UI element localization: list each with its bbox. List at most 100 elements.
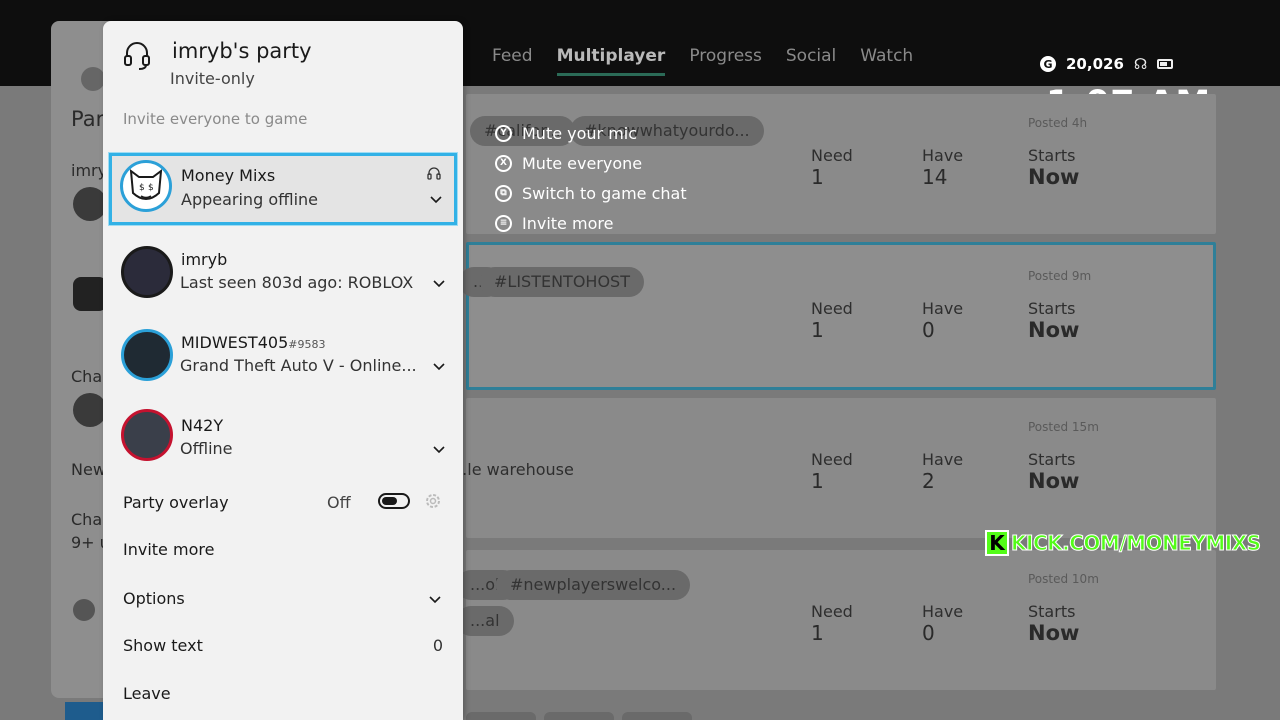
avatar xyxy=(121,329,173,381)
view-button-icon: ⧉ xyxy=(495,184,512,202)
tab-multiplayer[interactable]: Multiplayer xyxy=(556,46,666,76)
chevron-down-icon xyxy=(429,596,441,604)
kick-watermark: K KICK.COM/MONEYMIXS xyxy=(985,529,1262,556)
status-tray: G 20,026 ☊ xyxy=(1040,55,1174,73)
guide-fragment: Cha xyxy=(71,367,103,386)
avatar: $ $ xyxy=(120,160,172,212)
mute-mic-label: Mute your mic xyxy=(522,123,638,143)
kick-logo-icon: K xyxy=(985,529,1009,556)
party-privacy: Invite-only xyxy=(170,69,255,88)
lfg-post[interactable]: ...ok #newplayerswelco... ...al Posted 1… xyxy=(456,550,1216,690)
member-name: N42Y xyxy=(181,416,224,435)
mute-mic-option[interactable]: Y Mute your mic xyxy=(495,118,687,148)
show-text-row[interactable]: Show text 0 xyxy=(123,630,443,662)
kick-url: KICK.COM/MONEYMIXS xyxy=(1011,530,1262,555)
svg-text:$: $ xyxy=(139,183,145,193)
invite-more-label: Invite more xyxy=(123,540,215,559)
lfg-tags-peek xyxy=(466,712,692,720)
member-status: Offline xyxy=(180,439,233,458)
switch-game-chat-option[interactable]: ⧉ Switch to game chat xyxy=(495,178,687,208)
avatar xyxy=(73,393,107,427)
starts-stat: Starts Now xyxy=(1028,299,1080,342)
gamerscore-icon: G xyxy=(1040,56,1056,72)
invite-more-option[interactable]: ≡ Invite more xyxy=(495,208,687,238)
tab-social[interactable]: Social xyxy=(786,46,836,76)
guide-fragment: imry xyxy=(71,161,108,180)
guide-fragment: Par xyxy=(71,107,105,131)
need-stat: Need 1 xyxy=(811,299,853,342)
leave-row[interactable]: Leave xyxy=(123,678,443,710)
battery-icon xyxy=(1157,59,1174,69)
starts-stat: Starts Now xyxy=(1028,602,1080,645)
invite-everyone-button[interactable]: Invite everyone to game xyxy=(123,110,307,128)
lfg-post-focused[interactable]: ... #LISTENTOHOST Posted 9m Need1 Have0 … xyxy=(459,242,1216,390)
chevron-down-icon[interactable] xyxy=(433,360,445,372)
have-stat: Have 0 xyxy=(922,602,964,645)
party-overlay-toggle[interactable] xyxy=(378,493,410,509)
nav-tabs: Feed Multiplayer Progress Social Watch xyxy=(492,46,937,76)
menu-button-icon: ≡ xyxy=(495,214,512,232)
party-member[interactable]: imryb Last seen 803d ago: ROBLOX xyxy=(103,231,463,313)
xbox-logo-icon xyxy=(81,67,105,91)
starts-stat: Starts Now xyxy=(1028,450,1080,493)
member-status: Grand Theft Auto V - Online... xyxy=(180,356,417,375)
guide-fragment: New xyxy=(71,460,106,479)
member-name: imryb xyxy=(181,250,228,269)
options-row[interactable]: Options xyxy=(123,583,443,615)
avatar xyxy=(121,409,173,461)
y-button-icon: Y xyxy=(495,124,512,142)
tab-feed[interactable]: Feed xyxy=(492,46,533,76)
lfg-tag: #LISTENTOHOST xyxy=(480,267,644,297)
leave-label: Leave xyxy=(123,684,171,703)
mute-everyone-option[interactable]: X Mute everyone xyxy=(495,148,687,178)
bottom-chip xyxy=(65,702,105,720)
lfg-description: ...le warehouse xyxy=(452,460,574,479)
guide-fragment: Cha xyxy=(71,510,103,529)
need-stat: Need 1 xyxy=(811,602,853,645)
posted-time: Posted 4h xyxy=(1028,116,1088,130)
show-text-label: Show text xyxy=(123,636,203,655)
party-member[interactable]: MIDWEST405#9583 Grand Theft Auto V - Onl… xyxy=(103,314,463,396)
chevron-down-icon[interactable] xyxy=(430,193,442,205)
need-stat: Need 1 xyxy=(811,450,853,493)
party-overlay-row[interactable]: Party overlay Off xyxy=(123,487,443,519)
member-status: Last seen 803d ago: ROBLOX xyxy=(180,273,414,292)
gamerscore-value: 20,026 xyxy=(1066,55,1124,73)
posted-time: Posted 10m xyxy=(1028,572,1099,586)
member-status: Appearing offline xyxy=(181,190,318,209)
have-stat: Have 0 xyxy=(922,299,964,342)
posted-time: Posted 15m xyxy=(1028,420,1099,434)
lfg-post[interactable]: ...le warehouse Posted 15m Need 1 Have 2 S… xyxy=(452,398,1216,538)
chevron-down-icon[interactable] xyxy=(433,443,445,455)
party-member[interactable]: $ $ Money Mixs Appearing offline xyxy=(109,153,457,225)
posted-time: Posted 9m xyxy=(1028,269,1092,283)
invite-more-row[interactable]: Invite more xyxy=(123,534,443,566)
member-name: Money Mixs xyxy=(181,166,276,185)
party-overlay-label: Party overlay xyxy=(123,493,229,512)
discord-icon xyxy=(73,277,107,311)
tab-progress[interactable]: Progress xyxy=(689,46,762,76)
party-panel: imryb's party Invite-only Invite everyon… xyxy=(103,21,463,720)
lfg-tag: ...al xyxy=(456,606,514,636)
svg-text:$: $ xyxy=(148,183,154,193)
headset-icon: ☊ xyxy=(1133,55,1148,73)
headset-icon xyxy=(124,42,150,70)
need-stat: Need 1 xyxy=(811,146,853,189)
party-context-menu: Y Mute your mic X Mute everyone ⧉ Switch… xyxy=(495,118,687,238)
avatar xyxy=(121,246,173,298)
tab-watch[interactable]: Watch xyxy=(860,46,913,76)
moneymixs-avatar-icon: $ $ xyxy=(129,168,163,200)
x-button-icon: X xyxy=(495,154,512,172)
party-member[interactable]: N42Y Offline xyxy=(103,397,463,479)
options-label: Options xyxy=(123,589,185,608)
show-text-count: 0 xyxy=(432,636,443,655)
avatar xyxy=(73,187,107,221)
have-stat: Have 2 xyxy=(922,450,964,493)
party-title: imryb's party xyxy=(172,39,312,63)
lfg-tag: #newplayerswelco... xyxy=(496,570,691,600)
gear-icon[interactable] xyxy=(423,491,443,511)
member-name: MIDWEST405#9583 xyxy=(181,333,326,352)
switch-game-chat-label: Switch to game chat xyxy=(522,183,687,203)
chevron-down-icon[interactable] xyxy=(433,277,445,289)
starts-stat: Starts Now xyxy=(1028,146,1080,189)
